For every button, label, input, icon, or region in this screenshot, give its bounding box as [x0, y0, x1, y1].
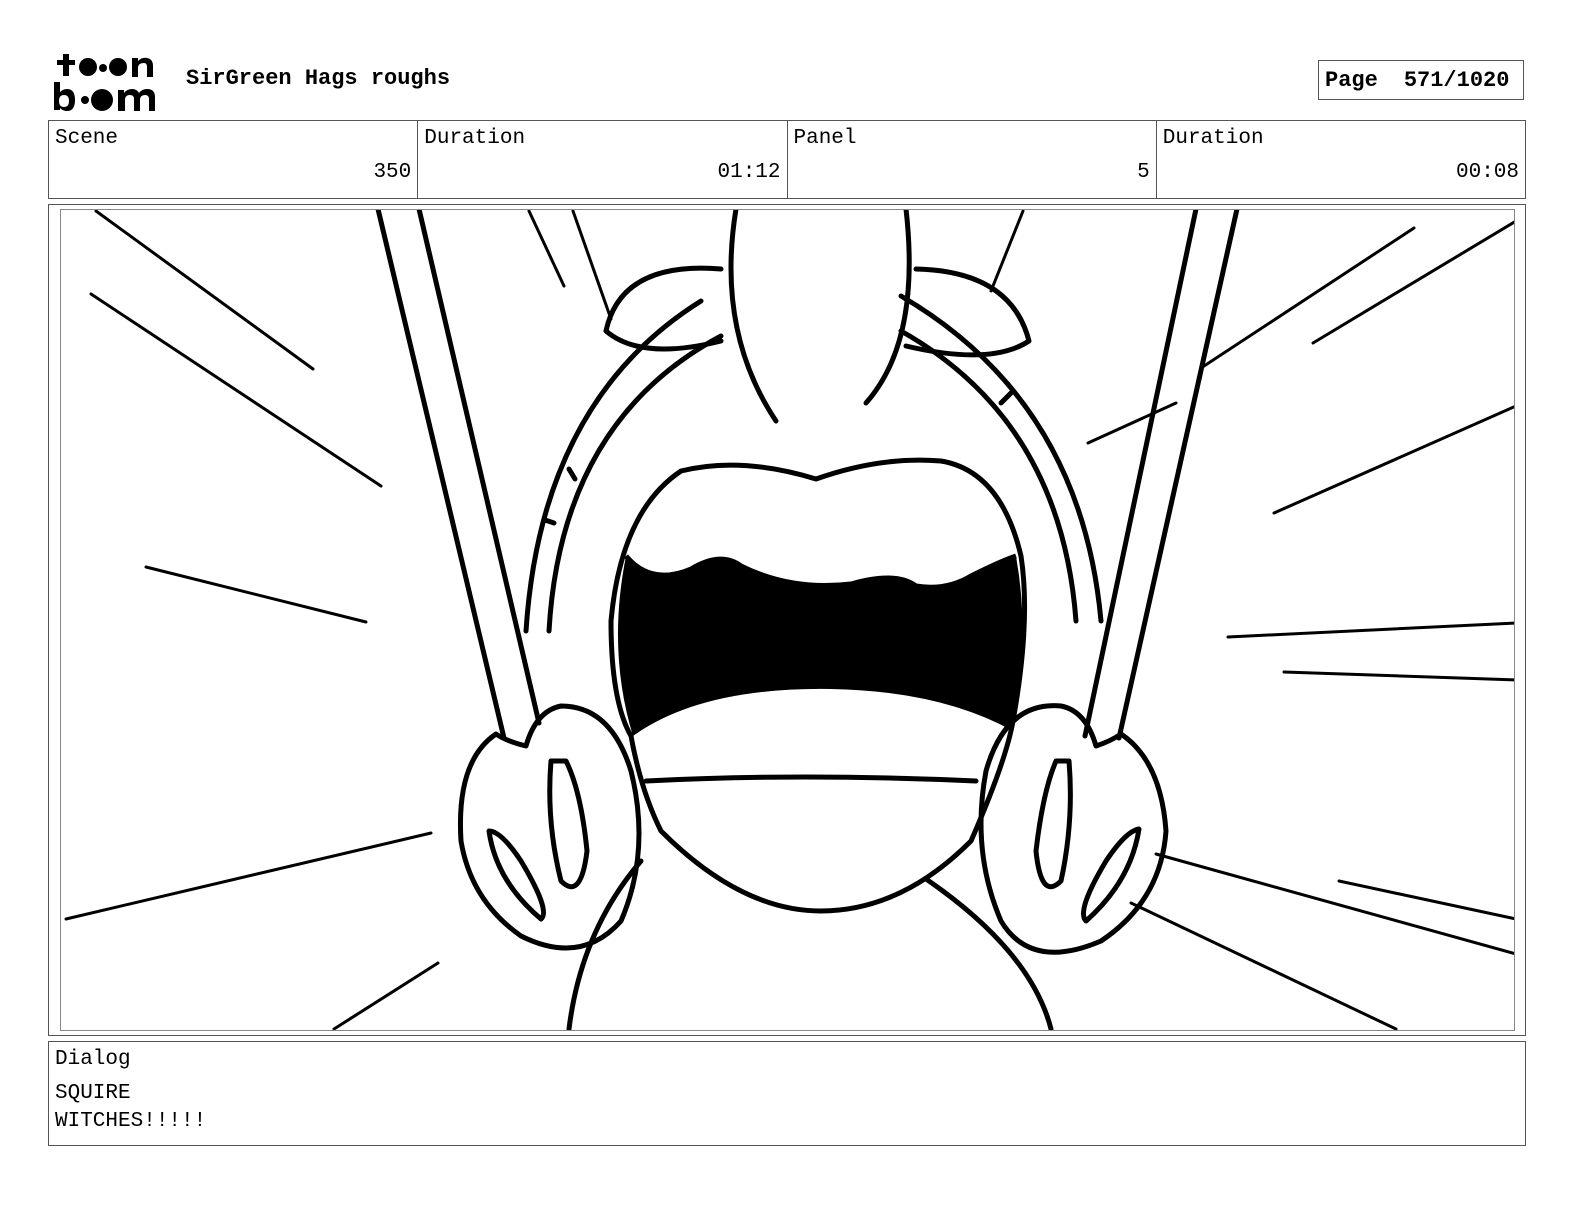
- page-indicator: Page 571/1020: [1318, 60, 1524, 100]
- scene-value: 350: [373, 161, 412, 184]
- body: [566, 858, 1054, 1030]
- scene-duration-cell: Duration 01:12: [418, 121, 788, 198]
- page-number: 571/1020: [1403, 67, 1510, 93]
- dialog-line: WITCHES!!!!!: [55, 1110, 207, 1133]
- panel-duration-value: 00:08: [1455, 161, 1519, 184]
- page-label: Page: [1325, 67, 1378, 93]
- project-title: SirGreen Hags roughs: [186, 66, 451, 91]
- toon-boom-logo: [54, 54, 155, 111]
- dialog-label: Dialog: [55, 1048, 131, 1071]
- panel-cell: Panel 5: [788, 121, 1157, 198]
- scene-cell: Scene 350: [49, 121, 419, 198]
- dialog-box: Dialog SQUIRE WITCHES!!!!!: [48, 1041, 1526, 1146]
- hands: [457, 703, 1169, 955]
- panel-value: 5: [1137, 161, 1150, 184]
- screaming-character-sketch: [64, 210, 1514, 1030]
- scene-duration-value: 01:12: [717, 161, 781, 184]
- panel-info-row: Scene 350 Duration 01:12 Panel 5 Duratio…: [48, 120, 1526, 199]
- scene-label: Scene: [55, 127, 119, 150]
- dialog-speaker: SQUIRE: [55, 1082, 131, 1105]
- storyboard-drawing: [60, 209, 1515, 1031]
- panel-duration-label: Duration: [1162, 127, 1264, 150]
- scene-duration-label: Duration: [424, 127, 526, 150]
- panel-label: Panel: [793, 127, 857, 150]
- panel-duration-cell: Duration 00:08: [1157, 121, 1525, 198]
